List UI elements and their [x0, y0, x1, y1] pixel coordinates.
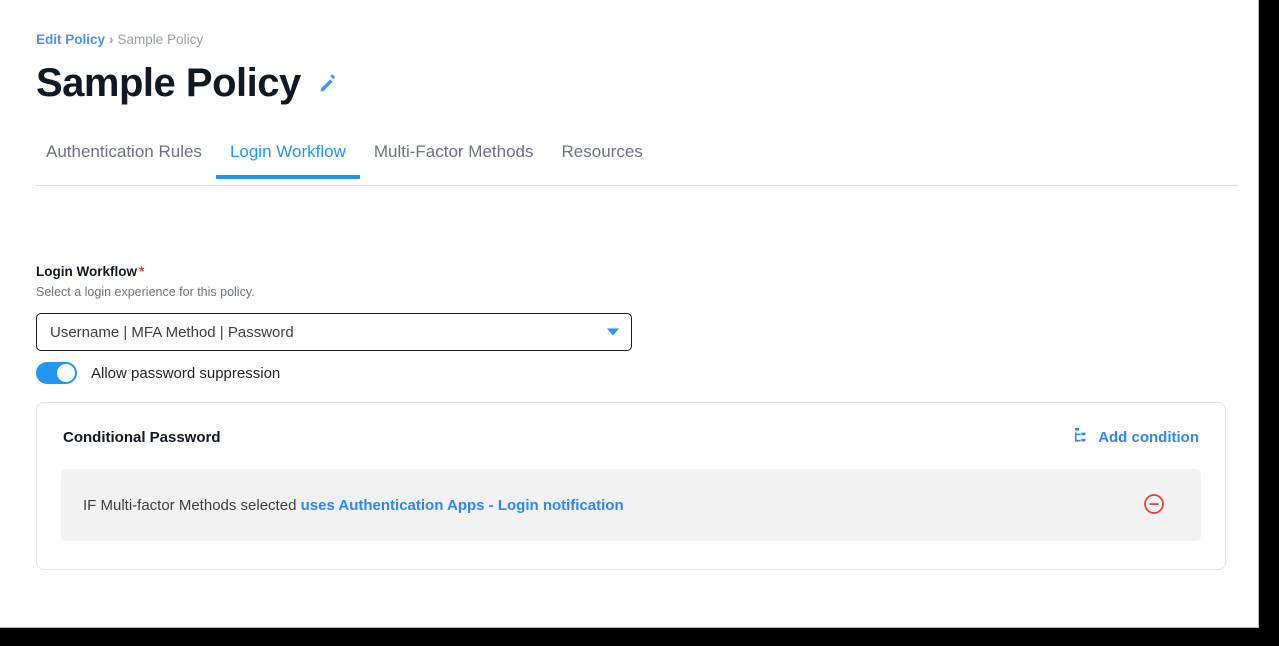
- add-condition-button[interactable]: Add condition: [1074, 427, 1199, 447]
- pencil-icon[interactable]: [317, 73, 339, 100]
- conditional-password-header: Conditional Password: [61, 427, 1201, 447]
- toggle-knob: [56, 363, 76, 383]
- remove-circle-icon: [1143, 503, 1165, 518]
- page-content: Edit Policy›Sample Policy Sample Policy …: [36, 0, 1230, 627]
- condition-prefix: IF Multi-factor Methods selected: [83, 497, 301, 514]
- screenshot-root: Edit Policy›Sample Policy Sample Policy …: [0, 0, 1279, 646]
- tab-authentication-rules[interactable]: Authentication Rules: [36, 140, 216, 179]
- breadcrumb-separator: ›: [109, 32, 114, 47]
- allow-password-suppression-toggle[interactable]: [36, 362, 77, 384]
- allow-password-suppression-label: Allow password suppression: [91, 365, 280, 382]
- login-workflow-label-text: Login Workflow: [36, 264, 137, 279]
- condition-list: IF Multi-factor Methods selected uses Au…: [61, 469, 1201, 541]
- chevron-down-icon: [607, 329, 619, 336]
- login-workflow-label: Login Workflow*: [36, 263, 636, 281]
- login-workflow-select[interactable]: Username | MFA Method | Password: [36, 313, 632, 351]
- conditional-password-card: Conditional Password: [36, 402, 1226, 570]
- breadcrumb: Edit Policy › Sample Policy: [36, 31, 203, 49]
- breadcrumb-current-sample-policy: Sample Policy: [118, 32, 204, 47]
- page-title: Sample Policy: [36, 58, 301, 108]
- breadcrumb-link-edit-policy[interactable]: Edit Policy: [36, 32, 105, 47]
- login-workflow-field: Login Workflow* Select a login experienc…: [36, 263, 636, 351]
- tab-multi-factor-methods[interactable]: Multi-Factor Methods: [360, 140, 548, 179]
- login-workflow-help-text: Select a login experience for this polic…: [36, 284, 636, 301]
- tab-bar: Authentication Rules Login Workflow Mult…: [36, 140, 1238, 186]
- required-indicator: *: [139, 264, 144, 279]
- allow-password-suppression-row: Allow password suppression: [36, 362, 280, 384]
- condition-emphasis-link[interactable]: uses Authentication Apps - Login notific…: [301, 497, 624, 514]
- page-surface: Edit Policy›Sample Policy Sample Policy …: [0, 0, 1259, 628]
- page-title-row: Sample Policy: [36, 58, 339, 108]
- tab-login-workflow[interactable]: Login Workflow: [216, 140, 360, 179]
- tab-resources[interactable]: Resources: [548, 140, 657, 179]
- hierarchy-icon: [1074, 427, 1090, 447]
- condition-row: IF Multi-factor Methods selected uses Au…: [83, 489, 1179, 521]
- remove-condition-button[interactable]: [1143, 493, 1165, 518]
- login-workflow-selected-value: Username | MFA Method | Password: [50, 324, 294, 341]
- conditional-password-title: Conditional Password: [63, 429, 221, 446]
- add-condition-label: Add condition: [1098, 429, 1199, 446]
- condition-text: IF Multi-factor Methods selected uses Au…: [83, 497, 624, 514]
